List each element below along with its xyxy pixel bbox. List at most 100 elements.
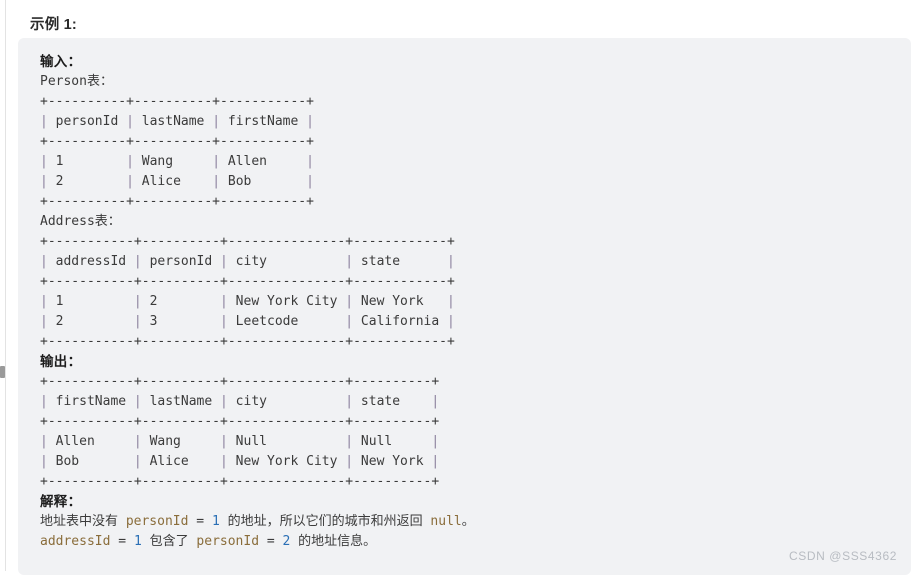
table-pipe: | bbox=[126, 154, 134, 169]
person-table-separator-top: +----------+----------+-----------+ bbox=[40, 94, 314, 109]
page-scrollbar-thumb[interactable] bbox=[0, 366, 5, 378]
table-pipe: | bbox=[431, 434, 440, 449]
table-pipe: | bbox=[133, 434, 142, 449]
table-pipe: | bbox=[306, 114, 314, 129]
table-cell-text: New York City bbox=[227, 454, 346, 469]
table-pipe: | bbox=[40, 154, 48, 169]
table-cell-text: Wang bbox=[141, 434, 221, 449]
output-table-row: | Allen | Wang | Null | Null | bbox=[40, 432, 911, 452]
table-cell-text: Alice bbox=[133, 174, 213, 189]
table-pipe: | bbox=[220, 294, 228, 309]
address-table-caption: Address表： bbox=[40, 212, 911, 232]
table-pipe: | bbox=[345, 434, 354, 449]
explanation-identifier: personId bbox=[125, 514, 189, 529]
explanation-text: 。 bbox=[461, 514, 475, 529]
table-cell-text: firstName bbox=[220, 114, 307, 129]
table-cell-text: Wang bbox=[133, 154, 213, 169]
table-cell-text: 3 bbox=[141, 314, 221, 329]
explanation-line-2: addressId = 1 包含了 personId = 2 的地址信息。 bbox=[40, 532, 911, 552]
address-table-header: | addressId | personId | city | state | bbox=[40, 252, 911, 272]
explanation-null-keyword: null bbox=[430, 514, 462, 529]
table-pipe: | bbox=[40, 114, 48, 129]
table-pipe: | bbox=[306, 174, 314, 189]
table-cell-text: New York bbox=[353, 454, 432, 469]
table-pipe: | bbox=[431, 454, 440, 469]
example-code-block: 输入： Person表： +----------+----------+----… bbox=[18, 38, 911, 575]
address-table-row: | 2 | 3 | Leetcode | California | bbox=[40, 312, 911, 332]
person-table-row: | 2 | Alice | Bob | bbox=[40, 172, 911, 192]
output-label: 输出： bbox=[40, 354, 82, 369]
explanation-text: 包含了 bbox=[141, 534, 197, 549]
table-pipe: | bbox=[133, 394, 142, 409]
table-cell-text: California bbox=[353, 314, 448, 329]
explanation-identifier: addressId bbox=[40, 534, 111, 549]
table-pipe: | bbox=[220, 394, 228, 409]
page-title: 示例 1: bbox=[30, 17, 77, 33]
explanation-label: 解释： bbox=[40, 494, 82, 509]
table-pipe: | bbox=[212, 174, 221, 189]
explanation-text: 的地址信息。 bbox=[290, 534, 377, 549]
person-table-caption: Person表： bbox=[40, 72, 911, 92]
table-pipe: | bbox=[431, 394, 440, 409]
table-cell-text: state bbox=[353, 254, 448, 269]
table-cell-text: 2 bbox=[47, 174, 127, 189]
table-cell-text: Allen bbox=[220, 154, 307, 169]
table-cell-text: city bbox=[227, 394, 346, 409]
address-table-row: | 1 | 2 | New York City | New York | bbox=[40, 292, 911, 312]
table-pipe: | bbox=[126, 114, 134, 129]
table-pipe: | bbox=[40, 434, 48, 449]
table-pipe: | bbox=[212, 114, 221, 129]
person-table-separator-mid: +----------+----------+-----------+ bbox=[40, 134, 314, 149]
table-cell-text: Null bbox=[227, 434, 346, 449]
table-pipe: | bbox=[133, 294, 142, 309]
table-cell-text: 1 bbox=[47, 154, 127, 169]
explanation-number: 1 bbox=[133, 534, 142, 549]
table-pipe: | bbox=[345, 294, 354, 309]
person-caption-text: Person表： bbox=[40, 74, 113, 89]
table-pipe: | bbox=[345, 394, 354, 409]
table-pipe: | bbox=[40, 254, 48, 269]
output-table-separator-top: +-----------+----------+---------------+… bbox=[40, 374, 440, 389]
table-pipe: | bbox=[40, 294, 48, 309]
explanation-text: 的地址，所以它们的城市和州返回 bbox=[219, 514, 431, 529]
table-cell-text: Bob bbox=[220, 174, 307, 189]
table-cell-text: lastName bbox=[133, 114, 213, 129]
explanation-identifier: personId bbox=[196, 534, 260, 549]
input-label: 输入： bbox=[40, 54, 82, 69]
table-pipe: | bbox=[40, 174, 48, 189]
explanation-line-1: 地址表中没有 personId = 1 的地址，所以它们的城市和州返回 null… bbox=[40, 512, 911, 532]
table-pipe: | bbox=[40, 314, 48, 329]
person-table-header: | personId | lastName | firstName | bbox=[40, 112, 911, 132]
table-pipe: | bbox=[220, 314, 228, 329]
table-pipe: | bbox=[306, 154, 314, 169]
table-pipe: | bbox=[133, 454, 142, 469]
table-pipe: | bbox=[220, 254, 228, 269]
table-cell-text: 2 bbox=[47, 314, 134, 329]
table-cell-text: 1 bbox=[47, 294, 134, 309]
table-pipe: | bbox=[447, 314, 455, 329]
table-cell-text: state bbox=[353, 394, 432, 409]
document-page: 示例 1: 输入： Person表： +----------+---------… bbox=[6, 0, 911, 575]
table-cell-text: personId bbox=[47, 114, 127, 129]
output-table-header: | firstName | lastName | city | state | bbox=[40, 392, 911, 412]
table-pipe: | bbox=[447, 254, 455, 269]
table-pipe: | bbox=[345, 254, 354, 269]
explanation-operator: = bbox=[259, 534, 283, 549]
explanation-operator: = bbox=[188, 514, 212, 529]
table-pipe: | bbox=[40, 394, 48, 409]
table-pipe: | bbox=[345, 454, 354, 469]
table-pipe: | bbox=[40, 454, 48, 469]
address-table-separator-bottom: +-----------+----------+---------------+… bbox=[40, 334, 455, 349]
table-cell-text: city bbox=[227, 254, 346, 269]
watermark: CSDN @SSS4362 bbox=[788, 549, 897, 563]
table-cell-text: 2 bbox=[141, 294, 221, 309]
output-table-separator-mid: +-----------+----------+---------------+… bbox=[40, 414, 440, 429]
address-table-separator-mid: +-----------+----------+---------------+… bbox=[40, 274, 455, 289]
table-cell-text: Bob bbox=[47, 454, 134, 469]
table-cell-text: New York City bbox=[227, 294, 346, 309]
address-table-separator-top: +-----------+----------+---------------+… bbox=[40, 234, 455, 249]
address-caption-text: Address表： bbox=[40, 214, 121, 229]
table-pipe: | bbox=[133, 254, 142, 269]
table-cell-text: Null bbox=[353, 434, 432, 449]
table-cell-text: Alice bbox=[141, 454, 221, 469]
